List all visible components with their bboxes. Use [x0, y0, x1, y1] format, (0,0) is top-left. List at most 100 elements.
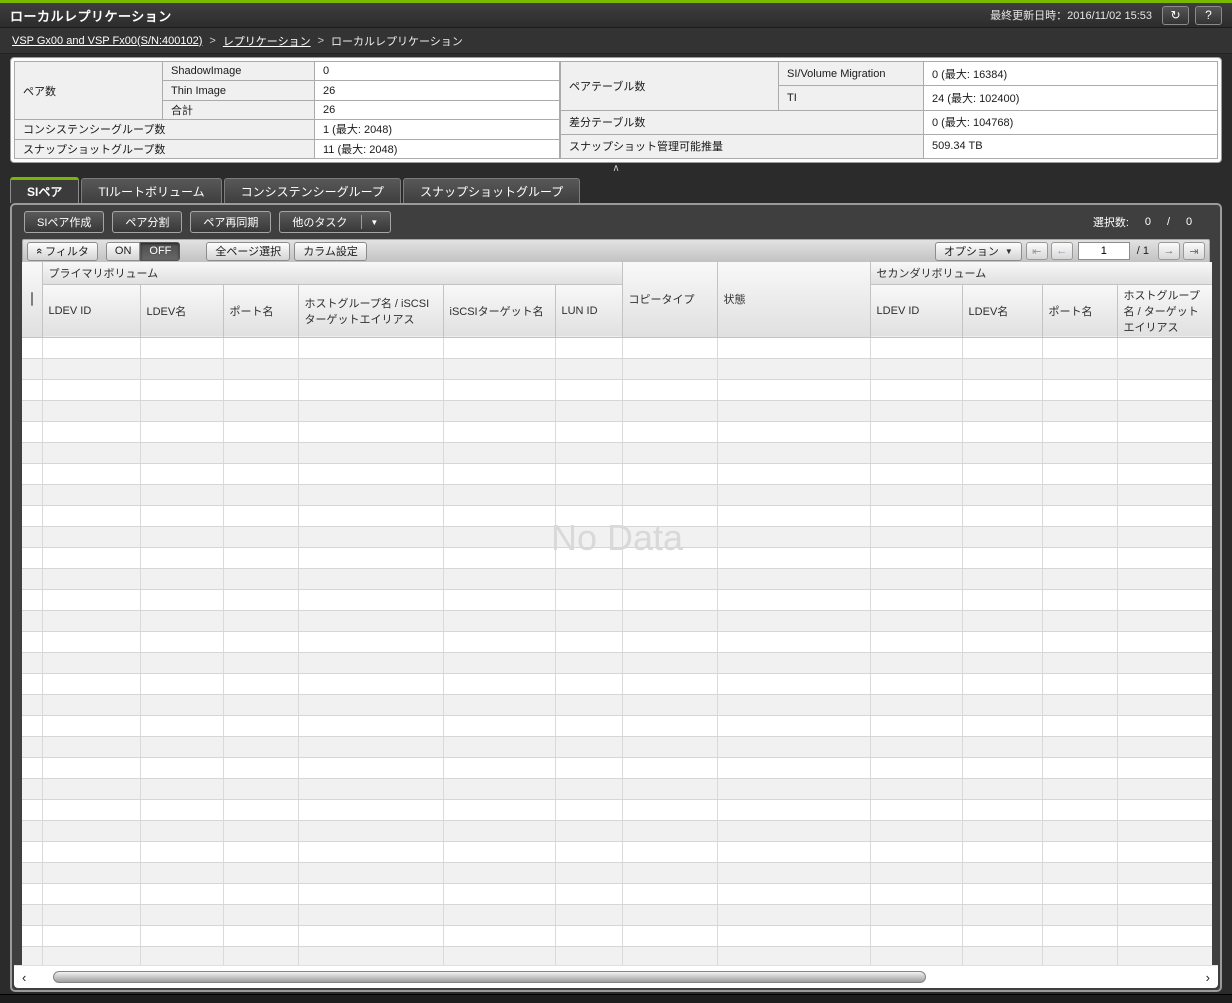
select-all-pages-button[interactable]: 全ページ選択 — [206, 241, 291, 261]
primary-iscsi-target-header[interactable]: iSCSIターゲット名 — [443, 284, 556, 338]
secondary-ldev-name-header[interactable]: LDEV名 — [962, 284, 1043, 338]
table-row[interactable] — [22, 421, 1212, 443]
breadcrumb-separator: > — [317, 34, 325, 47]
table-cell — [42, 694, 141, 716]
table-row[interactable] — [22, 925, 1212, 947]
table-cell — [22, 358, 43, 380]
primary-host-group-header[interactable]: ホストグループ名 / iSCSIターゲットエイリアス — [298, 284, 444, 338]
tab-si-pair[interactable]: SIペア — [10, 177, 80, 203]
table-row[interactable] — [22, 568, 1212, 590]
table-cell — [22, 925, 43, 947]
scrollbar-thumb[interactable] — [53, 971, 926, 983]
table-cell — [555, 778, 623, 800]
table-row[interactable] — [22, 631, 1212, 653]
help-button[interactable]: ? — [1195, 5, 1222, 25]
table-cell — [555, 484, 623, 506]
more-tasks-button[interactable]: 他のタスク ▼ — [279, 211, 392, 233]
table-cell — [1042, 904, 1118, 926]
table-row[interactable] — [22, 841, 1212, 863]
table-cell — [622, 463, 718, 485]
table-row[interactable] — [22, 883, 1212, 905]
tab-consistency-group[interactable]: コンシステンシーグループ — [223, 178, 401, 203]
filter-off-button[interactable]: OFF — [140, 241, 181, 261]
breadcrumb-link-system[interactable]: VSP Gx00 and VSP Fx00(S/N:400102) — [12, 35, 202, 47]
tab-ti-root-volume[interactable]: TIルートボリューム — [81, 178, 222, 203]
page-number-input[interactable] — [1077, 242, 1130, 260]
help-icon: ? — [1205, 8, 1212, 22]
table-row[interactable] — [22, 946, 1212, 965]
table-cell — [22, 778, 43, 800]
column-settings-button[interactable]: カラム設定 — [294, 241, 367, 261]
table-row[interactable] — [22, 673, 1212, 695]
copy-type-header[interactable]: コピータイプ — [622, 262, 718, 338]
table-row[interactable] — [22, 610, 1212, 632]
status-header[interactable]: 状態 — [717, 262, 871, 338]
secondary-port-name-header[interactable]: ポート名 — [1042, 284, 1118, 338]
options-button[interactable]: オプション ▼ — [934, 241, 1022, 261]
table-row[interactable] — [22, 778, 1212, 800]
horizontal-scrollbar[interactable]: ‹ › — [14, 965, 1218, 988]
table-cell — [622, 736, 718, 758]
secondary-host-group-header[interactable]: ホストグループ名 / ターゲットエイリアス — [1117, 284, 1212, 338]
tab-snapshot-group[interactable]: スナップショットグループ — [402, 178, 581, 203]
table-row[interactable] — [22, 694, 1212, 716]
table-cell — [1117, 694, 1212, 716]
table-row[interactable] — [22, 505, 1212, 527]
table-cell — [1117, 568, 1212, 590]
primary-ldev-id-header[interactable]: LDEV ID — [42, 284, 141, 338]
table-cell — [1042, 883, 1118, 905]
table-row[interactable] — [22, 526, 1212, 548]
table-cell — [962, 547, 1043, 569]
scroll-right-icon[interactable]: › — [1206, 970, 1210, 985]
table-row[interactable] — [22, 379, 1212, 401]
primary-port-name-header[interactable]: ポート名 — [223, 284, 299, 338]
table-cell — [555, 757, 623, 779]
secondary-ldev-id-header[interactable]: LDEV ID — [870, 284, 963, 338]
filter-on-button[interactable]: ON — [105, 241, 141, 261]
table-row[interactable] — [22, 484, 1212, 506]
table-row[interactable] — [22, 736, 1212, 758]
split-pair-button[interactable]: ペア分割 — [112, 211, 183, 233]
table-row[interactable] — [22, 358, 1212, 380]
prev-page-button[interactable]: ← — [1050, 242, 1073, 260]
collapse-chevron-icon[interactable]: ∧ — [612, 164, 619, 174]
breadcrumb-link-replication[interactable]: レプリケーション — [223, 33, 311, 49]
table-cell — [622, 673, 718, 695]
table-cell — [1042, 925, 1118, 947]
scrollbar-track[interactable] — [42, 971, 1190, 983]
table-row[interactable] — [22, 400, 1212, 422]
last-page-button[interactable]: ⇥ — [1183, 242, 1205, 260]
next-page-button[interactable]: → — [1158, 242, 1180, 260]
table-row[interactable] — [22, 820, 1212, 842]
select-all-checkbox[interactable] — [30, 292, 33, 307]
refresh-button[interactable]: ↻ — [1162, 5, 1189, 25]
table-row[interactable] — [22, 337, 1212, 359]
filter-button[interactable]: « フィルタ — [27, 241, 98, 261]
table-cell — [1117, 736, 1212, 758]
table-row[interactable] — [22, 904, 1212, 926]
select-all-header-cell — [22, 262, 43, 338]
table-row[interactable] — [22, 862, 1212, 884]
resync-pair-button[interactable]: ペア再同期 — [190, 211, 272, 233]
table-cell — [42, 442, 141, 464]
table-cell — [42, 610, 141, 632]
create-si-pair-button[interactable]: SIペア作成 — [24, 211, 105, 233]
table-row[interactable] — [22, 589, 1212, 611]
table-row[interactable] — [22, 442, 1212, 464]
table-row[interactable] — [22, 757, 1212, 779]
table-cell — [717, 925, 871, 947]
table-row[interactable] — [22, 547, 1212, 569]
table-row[interactable] — [22, 799, 1212, 821]
table-row[interactable] — [22, 463, 1212, 485]
table-cell — [555, 589, 623, 611]
table-cell — [22, 736, 43, 758]
primary-lun-id-header[interactable]: LUN ID — [555, 284, 623, 338]
primary-ldev-name-header[interactable]: LDEV名 — [140, 284, 224, 338]
table-row[interactable] — [22, 652, 1212, 674]
first-page-button[interactable]: ⇤ — [1025, 242, 1048, 260]
table-cell — [555, 925, 623, 947]
table-cell — [298, 610, 444, 632]
table-cell — [870, 589, 963, 611]
scroll-left-icon[interactable]: ‹ — [22, 970, 26, 985]
table-row[interactable] — [22, 715, 1212, 737]
